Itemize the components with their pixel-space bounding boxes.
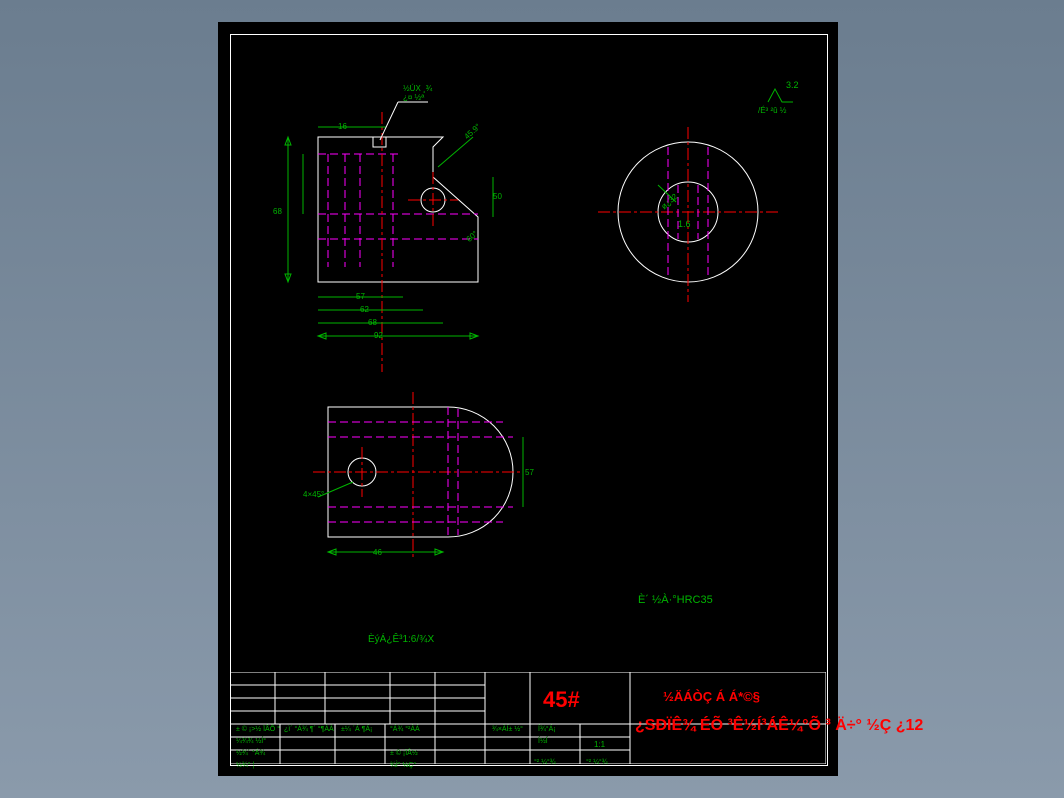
bottom-dim-right: 57 [525,468,534,477]
tb-r4a: ½¾° ¦ [236,762,254,769]
tb-r1c4: °Á¾ °²ÀÁ [390,726,420,733]
tb-r1c6: Í¾°Á¡ [538,726,556,733]
tb-sheet2: °² ¼°¾ [586,759,608,766]
dim-row1: 57 [356,292,365,301]
bottom-dim-base: 46 [373,548,382,557]
school-name: ½ÄÁÒÇ Á Á*©§ [663,689,760,704]
dim-row4: 92 [374,331,383,340]
dim-row2: 62 [360,305,369,314]
tb-sheet1: °² ¼°¾ [534,759,556,766]
tb-r2a: ¼¾¾ ½Í° [236,738,266,745]
dim-A: 16 [338,122,347,131]
dim-vert: 68 [273,207,282,216]
leader-note-2: ¿¤ ½ª [403,93,424,102]
dim-B: 50 [493,192,502,201]
surface-label: /É³ ²û ½ [758,106,786,115]
tb-r2b: Í½Í [538,738,548,745]
side-view [588,117,788,317]
top-view [298,377,538,577]
tb-r1c1: ± © ¡>½ ÏÂÕ ° [236,726,280,733]
tb-r3b: ± © ¡ÏÂ½ [390,750,418,757]
tb-r3a: ½¾´ °Á¾ [236,750,265,757]
tb-r1c3: ±¼ ´Á ¶Á¡ [341,726,372,733]
tb-r4b: ¾Ì° ½Ç° [390,762,416,769]
front-view [278,92,538,372]
surface-value: 3.2 [786,80,799,90]
drawing-sheet: ½ÚX ¸¾ ¿¤ ½ª 45.9° 16 68 50 60° 57 62 68… [218,22,838,776]
bottom-angle: 4×45° [303,490,324,499]
leader-note-1: ½ÚX ¸¾ [403,84,432,93]
tb-r1c5: ¾×ÀÍ± ½° [492,726,523,733]
circle-rad: 1.6 [678,219,691,229]
tb-scale: 1:1 [594,740,605,749]
project-title: ¿SÐÏÊ¾ ÉÕ ³Ê½Í³ÁÊ¼°Õ ³ Ä÷° ½Ç ¿12 [635,717,923,735]
hardness-note: È´ ½À·°HRC35 [638,594,713,606]
material-label: 45# [543,687,580,713]
dim-row3: 68 [368,318,377,327]
scale-note: ÈýÁ¿Ê³1:6/¾X [368,634,434,645]
tb-r1c2: ¿ì´ °Á¾ ¶´ °¶ÀÀ [284,726,334,733]
